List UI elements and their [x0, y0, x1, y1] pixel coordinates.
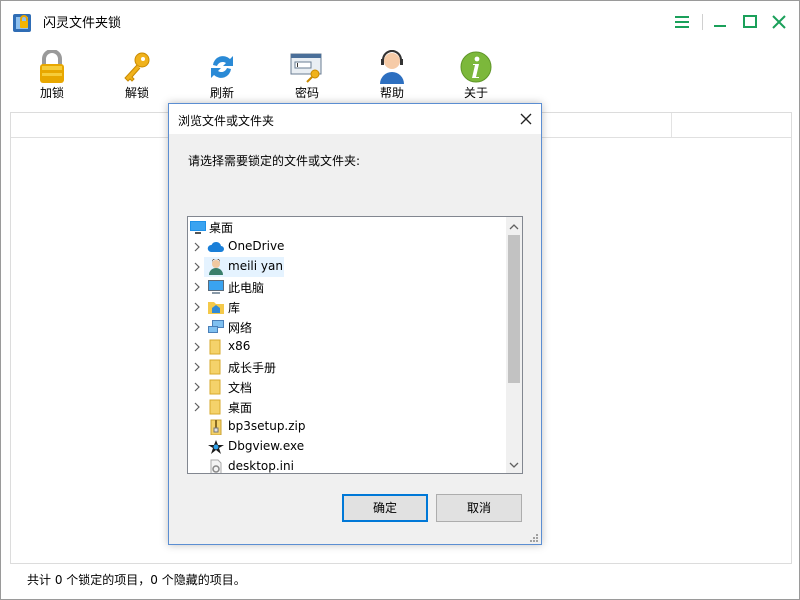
folder-icon — [207, 339, 225, 355]
tree-item[interactable]: 文档 — [188, 377, 506, 397]
password-label: 密码 — [294, 86, 319, 100]
tree-item-label: 此电脑 — [228, 281, 265, 295]
resize-grip-icon[interactable] — [529, 532, 539, 542]
tree-item-label: bp3setup.zip — [228, 419, 306, 433]
lock-label: 加锁 — [39, 86, 64, 100]
tree-item-label: desktop.ini — [228, 459, 294, 473]
dialog-title-bar: 浏览文件或文件夹 — [169, 104, 541, 134]
expand-chevron-icon[interactable] — [192, 401, 202, 413]
tree-item-label: 网络 — [228, 321, 253, 335]
tree-item[interactable]: 库 — [188, 297, 506, 317]
app-title: 闪灵文件夹锁 — [43, 16, 122, 31]
tree-item[interactable]: Dbgview.exe — [188, 437, 506, 457]
refresh-label: 刷新 — [209, 86, 234, 100]
dialog-prompt: 请选择需要锁定的文件或文件夹: — [188, 154, 361, 168]
tree-item-label: 成长手册 — [228, 361, 277, 375]
expand-chevron-icon[interactable] — [192, 341, 202, 353]
help-button[interactable]: 帮助 — [362, 50, 422, 102]
exe-icon — [207, 439, 225, 455]
support-agent-icon — [374, 50, 410, 84]
tree-item[interactable]: 成长手册 — [188, 357, 506, 377]
tree-item-label: 库 — [228, 301, 241, 315]
close-icon[interactable] — [768, 11, 790, 33]
column-divider[interactable] — [671, 113, 672, 137]
browse-dialog: 浏览文件或文件夹 请选择需要锁定的文件或文件夹: desktop.ini Dbgv… — [168, 103, 542, 545]
password-button[interactable]: 密码 — [277, 50, 337, 102]
info-icon — [458, 50, 494, 84]
tree-item-label: x86 — [228, 339, 251, 353]
dialog-title: 浏览文件或文件夹 — [178, 114, 275, 128]
scroll-down-icon[interactable] — [509, 459, 519, 469]
about-button[interactable]: 关于 — [446, 50, 506, 102]
maximize-icon[interactable] — [739, 11, 761, 33]
status-text: 共计 0 个锁定的项目，0 个隐藏的项目。 — [27, 573, 246, 587]
tree-item-label: meili yan — [228, 259, 283, 273]
expand-chevron-icon[interactable] — [192, 381, 202, 393]
tree-item[interactable]: desktop.ini — [188, 457, 506, 473]
folder-icon — [207, 399, 225, 415]
tree-item[interactable]: x86 — [188, 337, 506, 357]
tree-item-label: OneDrive — [228, 239, 285, 253]
tree-item[interactable]: 此电脑 — [188, 277, 506, 297]
unlock-label: 解锁 — [124, 86, 149, 100]
tree-scrollbar[interactable] — [506, 217, 522, 473]
tree-item[interactable]: 桌面 — [188, 217, 506, 237]
zip-icon — [207, 419, 225, 436]
tree-item[interactable]: OneDrive — [188, 237, 506, 257]
tree-item-label: 桌面 — [228, 401, 253, 415]
expand-chevron-icon[interactable] — [192, 261, 202, 273]
tree-item[interactable]: bp3setup.zip — [188, 417, 506, 437]
folder-tree[interactable]: desktop.ini Dbgview.exe bp3setup.zip 桌面 文档 成长… — [187, 216, 523, 474]
unlock-button[interactable]: 解锁 — [107, 50, 167, 102]
padlock-icon — [34, 49, 70, 84]
menu-icon[interactable] — [671, 11, 693, 33]
computer-icon — [207, 279, 225, 295]
library-icon — [207, 299, 225, 315]
cancel-button[interactable]: 取消 — [436, 494, 522, 522]
expand-chevron-icon[interactable] — [192, 361, 202, 373]
tree-item-label: Dbgview.exe — [228, 439, 305, 453]
password-icon — [289, 50, 325, 84]
expand-chevron-icon[interactable] — [192, 321, 202, 333]
tree-item[interactable]: 桌面 — [188, 397, 506, 417]
refresh-icon — [204, 50, 240, 84]
title-bar: 闪灵文件夹锁 — [1, 1, 799, 43]
help-label: 帮助 — [379, 86, 404, 100]
ok-button[interactable]: 确定 — [342, 494, 428, 522]
expand-chevron-icon[interactable] — [192, 301, 202, 313]
tree-item[interactable]: meili yan — [188, 257, 506, 277]
expand-chevron-icon[interactable] — [192, 281, 202, 293]
about-label: 关于 — [463, 86, 488, 100]
scrollbar-thumb[interactable] — [508, 235, 520, 383]
folder-icon — [207, 359, 225, 375]
key-icon — [119, 50, 155, 84]
scroll-up-icon[interactable] — [509, 221, 519, 231]
user-icon — [207, 258, 225, 275]
cloud-icon — [207, 239, 225, 255]
ini-icon — [207, 459, 225, 473]
minimize-icon[interactable] — [709, 11, 731, 33]
dialog-close-icon[interactable] — [517, 110, 535, 128]
network-icon — [207, 319, 225, 335]
lock-button[interactable]: 加锁 — [22, 49, 82, 102]
app-logo-icon — [12, 10, 34, 34]
tree-item[interactable]: 网络 — [188, 317, 506, 337]
folder-icon — [207, 379, 225, 395]
desktop-icon — [189, 219, 207, 235]
tree-item-label: 文档 — [228, 381, 253, 395]
expand-chevron-icon[interactable] — [192, 241, 202, 253]
tree-item-label: 桌面 — [209, 221, 234, 235]
refresh-button[interactable]: 刷新 — [192, 50, 252, 102]
